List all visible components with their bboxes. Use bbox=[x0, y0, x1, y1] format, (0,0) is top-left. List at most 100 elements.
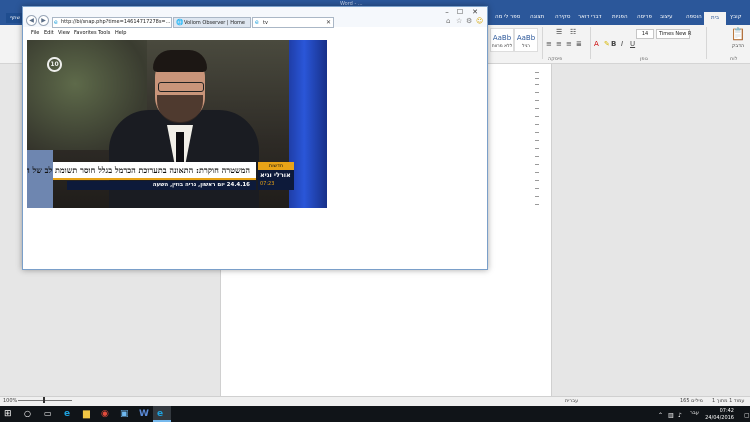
tab-mailings[interactable]: דברי דואר bbox=[578, 14, 602, 20]
address-bar[interactable]: e http://bi/snap.php?time=14614717278s=.… bbox=[52, 17, 172, 28]
ribbon-separator bbox=[590, 27, 591, 59]
close-tab-icon[interactable]: ✕ bbox=[326, 19, 331, 26]
favorites-icon[interactable]: ☆ bbox=[456, 17, 462, 25]
headline-caption: המשטרה חוקרת: התאונה בתערוכת הכרמל בגלל … bbox=[27, 162, 256, 180]
justify-icon[interactable]: ≣ bbox=[576, 40, 582, 48]
text-line bbox=[535, 156, 539, 157]
style-name: ללא מרווח bbox=[491, 44, 513, 49]
search-icon[interactable]: ○ bbox=[24, 409, 31, 419]
folder-icon[interactable]: ▆ bbox=[83, 409, 90, 419]
gear-icon[interactable]: ⚙ bbox=[466, 17, 472, 25]
minimize-button[interactable]: – bbox=[441, 9, 453, 16]
align-right-icon[interactable]: ≡ bbox=[546, 40, 552, 48]
smiley-icon[interactable]: ☺ bbox=[476, 17, 483, 25]
tab-design[interactable]: עיצוב bbox=[660, 14, 673, 20]
chrome-icon[interactable]: ◉ bbox=[101, 409, 109, 419]
language-indicator[interactable]: עברית bbox=[565, 399, 578, 404]
language-indicator[interactable]: עבר bbox=[690, 410, 699, 416]
menu-tools[interactable]: Tools bbox=[98, 30, 110, 36]
text-line bbox=[535, 164, 539, 165]
ribbon-separator bbox=[706, 27, 707, 59]
windows-start-icon[interactable]: ⊞ bbox=[4, 409, 12, 419]
zoom-slider-thumb[interactable] bbox=[43, 397, 45, 403]
menu-edit[interactable]: Edit bbox=[44, 30, 54, 36]
maximize-button[interactable]: ☐ bbox=[454, 9, 466, 16]
channel-logo: 10 bbox=[47, 57, 62, 72]
text-line bbox=[535, 72, 539, 73]
globe-icon: 🌐 bbox=[176, 19, 184, 26]
tab-insert[interactable]: הוספה bbox=[686, 14, 702, 20]
menu-help[interactable]: Help bbox=[115, 30, 126, 36]
tab-references[interactable]: הפניות bbox=[612, 14, 628, 20]
forward-button[interactable]: ▶ bbox=[38, 15, 49, 26]
text-line bbox=[535, 84, 539, 85]
font-name-box[interactable]: Times New R bbox=[656, 29, 691, 39]
video-frame[interactable]: 10 המשטרה חוקרת: התאונה בתערוכת הכרמל בג… bbox=[27, 40, 327, 208]
font-size-box[interactable]: 14 bbox=[636, 29, 654, 39]
style-name: רגיל bbox=[522, 44, 530, 49]
bold-icon[interactable]: B bbox=[611, 40, 616, 48]
align-center-icon[interactable]: ≡ bbox=[556, 40, 562, 48]
close-button[interactable]: ✕ bbox=[469, 9, 481, 16]
style-normal[interactable]: AaBb רגיל bbox=[514, 28, 538, 52]
style-sample: AaBb bbox=[492, 34, 512, 42]
bullets-icon[interactable]: ☰ bbox=[556, 28, 562, 36]
ie-chrome: – ☐ ✕ ◀ ▶ e http://bi/snap.php?time=1461… bbox=[23, 7, 487, 28]
group-clipboard-label: לוח bbox=[730, 56, 738, 62]
text-line bbox=[535, 92, 539, 93]
word-count[interactable]: 165 מילים bbox=[680, 399, 703, 404]
ie-icon: e bbox=[255, 19, 259, 26]
clipboard-icon: 📋 bbox=[730, 27, 746, 41]
url-text: http://bi/snap.php?time=14614717278s=... bbox=[61, 19, 171, 25]
tab-layout[interactable]: פריסה bbox=[637, 14, 652, 20]
menu-view[interactable]: View bbox=[58, 30, 70, 36]
tell-me-box[interactable]: ספר לי מה bbox=[495, 14, 520, 20]
ie-window: – ☐ ✕ ◀ ▶ e http://bi/snap.php?time=1461… bbox=[22, 6, 488, 270]
zoom-level[interactable]: 100% bbox=[3, 399, 17, 404]
tab-voliom[interactable]: 🌐 Voliom Observer | Home bbox=[173, 17, 251, 28]
clock[interactable]: 07:42 24/04/2016 bbox=[700, 406, 742, 422]
text-line bbox=[535, 148, 539, 149]
tab-review[interactable]: סקירה bbox=[555, 14, 570, 20]
group-font-label: גופן bbox=[640, 56, 648, 62]
side-caption-name: אורלי וגיא bbox=[260, 171, 291, 179]
ie-icon: e bbox=[157, 409, 164, 419]
edge-icon[interactable]: e bbox=[64, 409, 70, 419]
style-no-spacing[interactable]: AaBb ללא מרווח bbox=[490, 28, 514, 52]
tab-home[interactable]: בית bbox=[704, 12, 726, 25]
chevron-up-icon[interactable]: ⌃ bbox=[658, 411, 663, 421]
back-button[interactable]: ◀ bbox=[26, 15, 37, 26]
page-info[interactable]: עמוד 1 מתוך 1 bbox=[712, 399, 745, 404]
zoom-slider[interactable] bbox=[18, 400, 72, 401]
headline-text: המשטרה חוקרת: התאונה בתערוכת הכרמל בגלל … bbox=[27, 165, 250, 175]
font-color-icon[interactable]: A bbox=[594, 40, 599, 48]
subline-caption: 24.4.16 יום ראשון, נריה בוזין, השעה bbox=[67, 181, 256, 190]
menu-file[interactable]: File bbox=[31, 30, 39, 36]
highlight-icon[interactable]: ✎ bbox=[604, 40, 610, 48]
align-left-icon[interactable]: ≡ bbox=[566, 40, 572, 48]
tab-tv[interactable]: e tv ✕ bbox=[252, 17, 334, 28]
text-line bbox=[535, 116, 539, 117]
underline-icon[interactable]: U bbox=[630, 40, 635, 48]
volume-icon[interactable]: ♪ bbox=[678, 411, 682, 421]
task-view-icon[interactable]: ▭ bbox=[44, 409, 52, 419]
word-icon[interactable]: W bbox=[139, 409, 149, 419]
clock-date: 24/04/2016 bbox=[705, 415, 734, 421]
tab-view[interactable]: תצוגה bbox=[530, 14, 544, 20]
notifications-icon[interactable]: ▢ bbox=[744, 411, 750, 421]
side-caption: חדשות אורלי וגיא 07:23 bbox=[258, 162, 294, 190]
numbering-icon[interactable]: ☷ bbox=[570, 28, 576, 36]
studio-blue-panel bbox=[289, 40, 327, 208]
menu-favorites[interactable]: Favorites bbox=[74, 30, 97, 36]
text-line bbox=[535, 132, 539, 133]
italic-icon[interactable]: I bbox=[621, 40, 623, 48]
home-icon[interactable]: ⌂ bbox=[446, 17, 450, 25]
paste-button[interactable]: 📋 הדבק bbox=[728, 26, 748, 54]
taskbar-active-ie[interactable]: e bbox=[153, 406, 171, 422]
text-line bbox=[535, 100, 539, 101]
network-icon[interactable]: ▥ bbox=[668, 411, 674, 421]
text-line bbox=[535, 78, 539, 79]
tab-file[interactable]: קובץ bbox=[730, 14, 742, 20]
app-icon[interactable]: ▣ bbox=[120, 409, 129, 419]
tab-label: tv bbox=[263, 20, 268, 26]
